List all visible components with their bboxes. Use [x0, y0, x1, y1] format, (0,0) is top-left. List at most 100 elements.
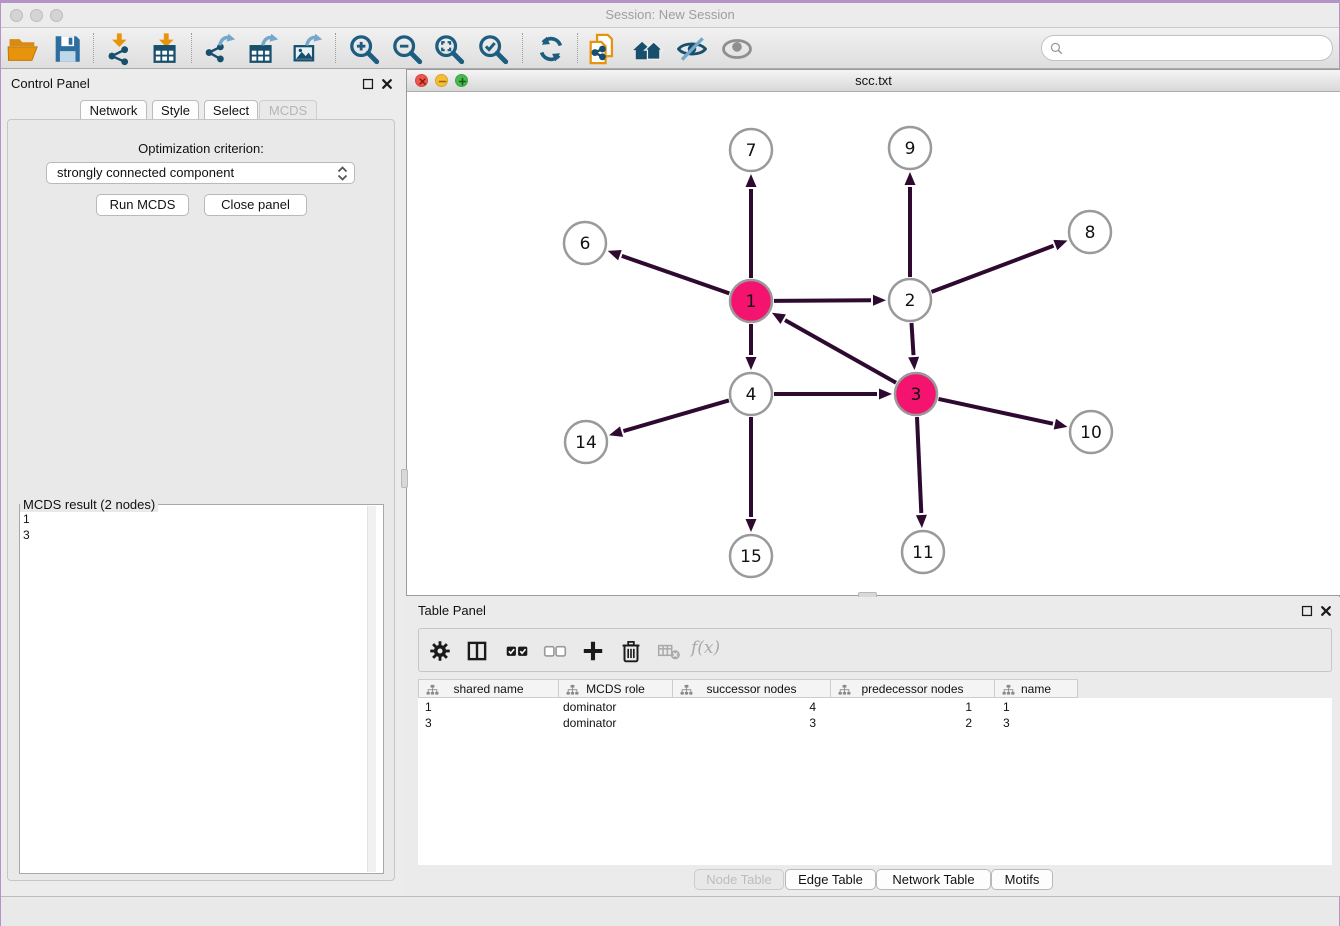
criterion-select[interactable]: strongly connected component — [46, 162, 355, 184]
edge-4-14[interactable] — [609, 400, 729, 437]
result-scrollbar[interactable] — [367, 506, 376, 872]
show-all-icon[interactable] — [720, 32, 754, 66]
vertical-splitter-grip[interactable] — [401, 469, 408, 488]
mcds-result-lines: 13 — [23, 511, 353, 543]
tab-mcds[interactable]: MCDS — [259, 100, 317, 120]
export-table-icon[interactable] — [245, 32, 279, 66]
graph-node-11[interactable]: 11 — [902, 531, 944, 573]
main-toolbar — [1, 28, 1339, 69]
graph-node-15[interactable]: 15 — [730, 535, 772, 577]
open-file-icon[interactable] — [6, 32, 40, 66]
status-bar: Memory — [1, 896, 1339, 926]
hierarchy-icon — [566, 684, 579, 696]
column-header-successor-nodes[interactable]: successor nodes — [672, 679, 830, 698]
select-stepper-icon — [336, 165, 349, 182]
node-label: 11 — [912, 543, 934, 563]
table-cell[interactable]: 3 — [418, 716, 558, 732]
edge-3-10[interactable] — [939, 399, 1068, 430]
node-label: 3 — [911, 385, 922, 405]
table-cell[interactable]: 3 — [672, 716, 830, 732]
zoom-fit-icon[interactable] — [432, 32, 466, 66]
graph-node-2[interactable]: 2 — [889, 279, 931, 321]
tab-node-table[interactable]: Node Table — [694, 869, 784, 890]
zoom-selected-icon[interactable] — [476, 32, 510, 66]
edge-1-6[interactable] — [608, 250, 730, 293]
edge-3-1[interactable] — [772, 313, 896, 383]
save-session-icon[interactable] — [50, 32, 84, 66]
apply-layout-icon[interactable] — [534, 32, 568, 66]
table-cell[interactable]: 1 — [994, 700, 1078, 716]
table-settings-icon[interactable] — [427, 638, 453, 664]
graph-node-8[interactable]: 8 — [1069, 211, 1111, 253]
column-header-name[interactable]: name — [994, 679, 1078, 698]
graph-node-4[interactable]: 4 — [730, 373, 772, 415]
column-header-label: successor nodes — [706, 682, 796, 696]
table-cell[interactable]: 2 — [830, 716, 994, 732]
tab-edge-table[interactable]: Edge Table — [785, 869, 876, 890]
node-label: 4 — [746, 385, 757, 405]
column-header-predecessor-nodes[interactable]: predecessor nodes — [830, 679, 994, 698]
edge-4-3[interactable] — [774, 389, 892, 400]
zoom-out-icon[interactable] — [390, 32, 424, 66]
tab-style[interactable]: Style — [152, 100, 199, 120]
graph-node-9[interactable]: 9 — [889, 127, 931, 169]
table-cell[interactable]: 1 — [418, 700, 558, 716]
mcds-result-title: MCDS result (2 nodes) — [20, 497, 158, 512]
graph-node-3[interactable]: 3 — [895, 373, 937, 415]
table-cell[interactable]: dominator — [558, 700, 672, 716]
zoom-in-icon[interactable] — [347, 32, 381, 66]
edge-1-2[interactable] — [774, 295, 886, 306]
edge-1-7[interactable] — [746, 174, 757, 278]
copy-network-icon[interactable] — [585, 32, 619, 66]
tab-motifs[interactable]: Motifs — [991, 869, 1053, 890]
network-window-titlebar[interactable]: scc.txt — [407, 70, 1340, 92]
table-cell[interactable]: 3 — [994, 716, 1078, 732]
select-all-rows-icon[interactable] — [504, 638, 530, 664]
tab-network-table[interactable]: Network Table — [876, 869, 991, 890]
hide-selected-icon[interactable] — [675, 32, 709, 66]
edge-2-3[interactable] — [908, 323, 919, 370]
close-panel-button[interactable]: Close panel — [204, 194, 307, 216]
table-float-panel-icon[interactable] — [1300, 604, 1314, 618]
graph-node-1[interactable]: 1 — [730, 280, 772, 322]
node-label: 10 — [1080, 423, 1102, 443]
edge-1-4[interactable] — [746, 324, 757, 370]
table-cell[interactable]: 4 — [672, 700, 830, 716]
table-row[interactable]: 1dominator411 — [418, 700, 1332, 716]
edge-2-8[interactable] — [932, 240, 1068, 292]
deselect-all-rows-icon[interactable] — [542, 638, 568, 664]
column-header-MCDS-role[interactable]: MCDS role — [558, 679, 672, 698]
search-input[interactable] — [1070, 38, 1325, 58]
table-close-panel-icon[interactable] — [1319, 604, 1333, 618]
table-cell[interactable]: dominator — [558, 716, 672, 732]
delete-column-icon[interactable] — [618, 638, 644, 664]
export-image-icon[interactable] — [289, 32, 323, 66]
float-panel-icon[interactable] — [361, 77, 375, 91]
search-field — [1041, 35, 1333, 61]
run-mcds-button[interactable]: Run MCDS — [96, 194, 189, 216]
table-cell[interactable]: 1 — [830, 700, 994, 716]
edge-2-9[interactable] — [905, 172, 916, 277]
add-column-icon[interactable] — [580, 638, 606, 664]
export-network-icon[interactable] — [202, 32, 236, 66]
node-label: 15 — [740, 547, 762, 567]
tab-network[interactable]: Network — [80, 100, 147, 120]
graph-node-14[interactable]: 14 — [565, 421, 607, 463]
table-row[interactable]: 3dominator323 — [418, 716, 1332, 732]
close-panel-icon[interactable] — [380, 77, 394, 91]
first-neighbors-icon[interactable] — [631, 32, 665, 66]
graph-node-7[interactable]: 7 — [730, 129, 772, 171]
edge-3-11[interactable] — [916, 417, 927, 528]
column-header-shared-name[interactable]: shared name — [418, 679, 558, 698]
tab-select[interactable]: Select — [204, 100, 258, 120]
network-canvas[interactable]: 1 2 3 4 6 7 8 9 10 11 14 15 — [406, 92, 1340, 595]
import-network-icon[interactable] — [102, 32, 136, 66]
network-window-title: scc.txt — [407, 73, 1340, 88]
graph-node-6[interactable]: 6 — [564, 222, 606, 264]
split-columns-icon[interactable] — [464, 638, 490, 664]
mcds-result-box[interactable] — [19, 504, 384, 874]
edge-4-15[interactable] — [746, 417, 757, 532]
graph-node-10[interactable]: 10 — [1070, 411, 1112, 453]
toolbar-separator — [93, 33, 94, 63]
import-table-icon[interactable] — [149, 32, 183, 66]
